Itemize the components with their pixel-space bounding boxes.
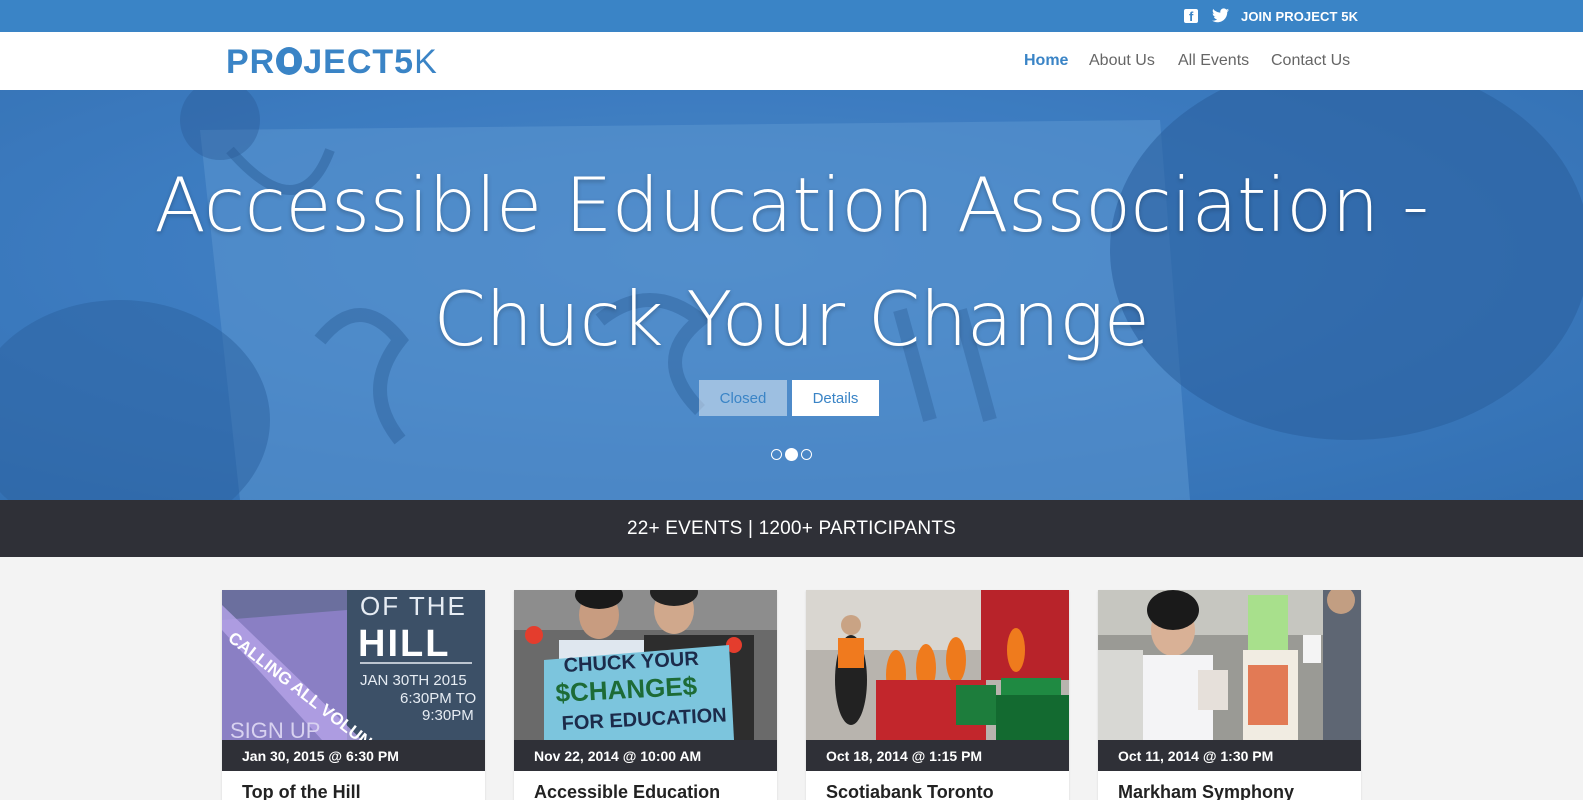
event-date: Jan 30, 2015 @ 6:30 PM xyxy=(222,740,485,771)
event-image xyxy=(806,590,1069,740)
carousel-dot-2[interactable] xyxy=(785,448,798,461)
nav-contact-us[interactable]: Contact Us xyxy=(1271,52,1350,70)
poster-line5: 9:30PM xyxy=(422,707,474,724)
carousel-dot-1[interactable] xyxy=(771,449,782,460)
logo-text-start: PR xyxy=(226,43,276,81)
event-card[interactable]: OF THE HILL JAN 30TH 2015 6:30PM TO 9:30… xyxy=(222,590,485,800)
details-button[interactable]: Details xyxy=(792,380,879,416)
event-title[interactable]: Scotiabank Toronto xyxy=(826,782,994,800)
event-card[interactable]: Oct 18, 2014 @ 1:15 PM Scotiabank Toront… xyxy=(806,590,1069,800)
project5k-logo[interactable]: PR JECT5K xyxy=(226,44,438,80)
nav-all-events[interactable]: All Events xyxy=(1178,52,1249,70)
poster-line1: OF THE xyxy=(360,591,467,621)
twitter-icon[interactable] xyxy=(1212,8,1229,23)
hero-carousel: Accessible Education Association - Chuck… xyxy=(0,90,1583,500)
event-image xyxy=(1098,590,1361,740)
event-title[interactable]: Accessible Education xyxy=(534,782,720,800)
logo-text-end: K xyxy=(414,43,438,81)
event-title[interactable]: Markham Symphony xyxy=(1118,782,1294,800)
poster-line2: HILL xyxy=(358,623,450,665)
join-project-link[interactable]: JOIN PROJECT 5K xyxy=(1241,9,1358,24)
facebook-icon[interactable]: f xyxy=(1184,9,1198,24)
nav-about-us[interactable]: About Us xyxy=(1089,52,1155,70)
event-image: CHUCK YOUR $CHANGE$ FOR EDUCATION xyxy=(514,590,777,740)
event-title[interactable]: Top of the Hill xyxy=(242,782,361,800)
stats-text: 22+ EVENTS | 1200+ PARTICIPANTS xyxy=(627,518,956,539)
hero-title: Accessible Education Association - Chuck… xyxy=(154,161,1429,363)
event-date: Oct 18, 2014 @ 1:15 PM xyxy=(806,740,1069,771)
closed-button[interactable]: Closed xyxy=(699,380,787,416)
event-card[interactable]: CHUCK YOUR $CHANGE$ FOR EDUCATION Nov 22… xyxy=(514,590,777,800)
event-image: OF THE HILL JAN 30TH 2015 6:30PM TO 9:30… xyxy=(222,590,485,740)
logo-text-mid: JECT5 xyxy=(303,43,415,81)
hand-icon xyxy=(276,47,303,75)
event-date: Nov 22, 2014 @ 10:00 AM xyxy=(514,740,777,771)
poster-line3: JAN 30TH 2015 xyxy=(360,672,467,689)
carousel-dot-3[interactable] xyxy=(801,449,812,460)
poster-signup: SIGN UP xyxy=(230,718,320,740)
event-date: Oct 11, 2014 @ 1:30 PM xyxy=(1098,740,1361,771)
poster-line4: 6:30PM TO xyxy=(400,690,476,707)
nav-home[interactable]: Home xyxy=(1024,52,1068,70)
event-card[interactable]: Oct 11, 2014 @ 1:30 PM Markham Symphony xyxy=(1098,590,1361,800)
